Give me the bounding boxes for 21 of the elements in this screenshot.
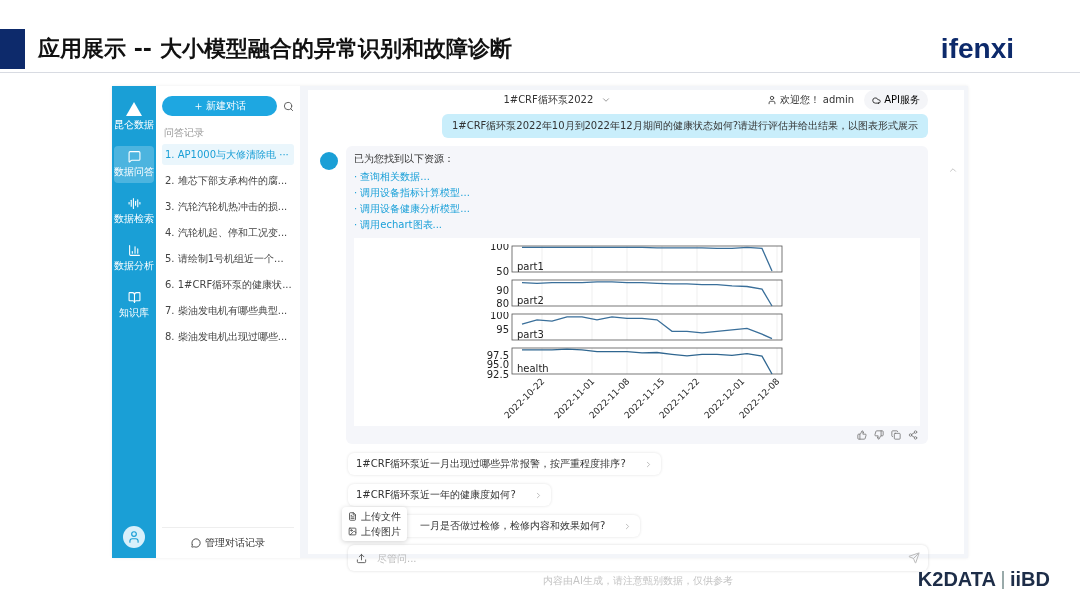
tick-label: 95.0 (486, 359, 509, 371)
tick-label: 80 (496, 297, 509, 309)
footer-logo: iiBD (1010, 568, 1050, 591)
series-label: part1 (517, 261, 544, 272)
section-label: 问答记录 (164, 126, 205, 140)
footer-logo: K2DATA (917, 568, 996, 591)
tick-label: 100 (489, 312, 509, 321)
series-label: part3 (517, 329, 544, 340)
reply-intro: 已为您找到以下资源： (354, 152, 455, 166)
tick-label: 50 (496, 265, 509, 277)
welcome-text: 欢迎您！ admin (766, 93, 855, 107)
tick-label: 95 (496, 324, 509, 336)
tick-label: 97.5 (486, 349, 509, 361)
series-label: health (517, 363, 549, 374)
brand-name: 昆仑数据 (114, 118, 154, 132)
slide-title: 应用展示 -- 大小模型融合的异常识别和故障诊断 (38, 35, 513, 63)
logo: ifenxi (940, 33, 1014, 65)
user-message: 1#CRF循环泵2022年10月到2022年12月期间的健康状态如何?请进行评估并给出结果，以图表形式展示 (441, 114, 928, 138)
series-label: part2 (517, 295, 544, 306)
tick-label: 92.5 (486, 368, 509, 380)
tick-label: 90 (496, 284, 509, 296)
